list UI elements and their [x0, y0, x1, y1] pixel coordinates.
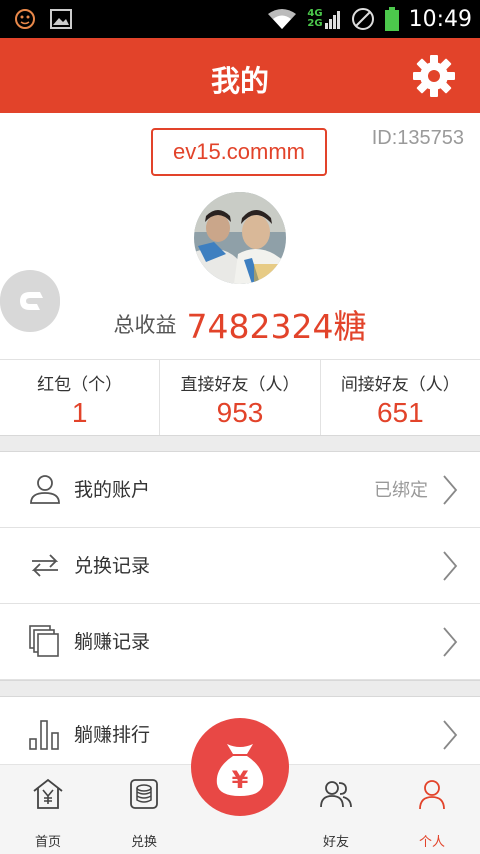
- stat-label: 红包（个）: [37, 375, 123, 395]
- stats-bar: 红包（个） 1 直接好友（人） 953 间接好友（人） 651: [0, 359, 480, 435]
- stacked-pages-icon: [29, 625, 59, 657]
- menu-item-label: 兑换记录: [74, 555, 151, 577]
- nav-friends[interactable]: 好友: [288, 777, 384, 850]
- nav-label: 个人: [418, 835, 445, 850]
- invite-code-box[interactable]: ev15.commm: [151, 128, 327, 176]
- friends-icon: [320, 781, 352, 808]
- gallery-icon: [50, 9, 72, 29]
- stat-label: 间接好友（人）: [340, 375, 460, 395]
- home-icon: [33, 778, 63, 809]
- user-id: ID:135753: [371, 127, 464, 149]
- earnings-label: 总收益: [113, 313, 177, 337]
- exchange-arrows-icon: [31, 554, 59, 577]
- menu-item-label: 我的账户: [74, 479, 151, 501]
- stat-value: 651: [376, 397, 424, 428]
- bar-rank-icon: [29, 720, 59, 750]
- stat-value: 1: [71, 397, 88, 428]
- chevron-right-icon: [443, 551, 458, 581]
- nav-label: 好友: [322, 835, 349, 850]
- section-divider: [0, 680, 480, 697]
- page-title: 我的: [210, 64, 269, 98]
- nav-home[interactable]: 首页: [0, 777, 96, 850]
- signal-icon: [324, 11, 340, 29]
- earnings-value: 7482324糖: [186, 307, 367, 346]
- menu-item-exchange-records[interactable]: 兑换记录: [0, 528, 480, 604]
- currency-symbol: ¥: [232, 766, 249, 794]
- status-bar: 4G 2G 10:49: [0, 0, 480, 38]
- stat-label: 直接好友（人）: [180, 375, 300, 395]
- stat-red-packets[interactable]: 红包（个） 1: [0, 360, 161, 435]
- menu-item-label: 躺赚排行: [74, 724, 151, 746]
- coin-stack-icon: [130, 779, 158, 809]
- stat-indirect-friends[interactable]: 间接好友（人） 651: [321, 360, 480, 435]
- clock: 10:49: [408, 6, 472, 32]
- stat-direct-friends[interactable]: 直接好友（人） 953: [160, 360, 321, 435]
- money-bag-icon: ¥: [216, 744, 264, 796]
- avatar[interactable]: [194, 192, 286, 284]
- center-money-bag-button[interactable]: ¥: [191, 718, 289, 816]
- nav-label: 兑换: [130, 835, 157, 850]
- section-divider: [0, 435, 480, 452]
- battery-icon: [384, 7, 399, 31]
- chevron-right-icon: [443, 475, 458, 505]
- nav-profile[interactable]: 个人: [384, 777, 480, 850]
- menu-item-account[interactable]: 我的账户 已绑定: [0, 452, 480, 528]
- menu-item-earning-records[interactable]: 躺赚记录: [0, 604, 480, 680]
- avatar-photo: [194, 192, 286, 284]
- person-icon: [419, 780, 445, 810]
- stat-value: 953: [216, 397, 264, 428]
- nav-label: 首页: [34, 835, 61, 850]
- user-icon: [30, 475, 60, 504]
- no-sim-icon: [351, 8, 374, 30]
- settings-gear-icon[interactable]: [412, 54, 456, 98]
- network-indicator: 4G 2G: [307, 9, 340, 29]
- chevron-right-icon: [443, 627, 458, 657]
- network-2g-label: 2G: [307, 18, 323, 29]
- app-header: 我的: [0, 38, 480, 113]
- total-earnings: 总收益 7482324糖: [0, 300, 480, 348]
- binding-status: 已绑定: [374, 480, 428, 501]
- chevron-right-icon: [443, 720, 458, 750]
- notification-icon: [15, 9, 35, 29]
- menu-item-label: 躺赚记录: [74, 631, 151, 653]
- wifi-icon: [268, 9, 297, 29]
- nav-exchange[interactable]: 兑换: [96, 777, 192, 850]
